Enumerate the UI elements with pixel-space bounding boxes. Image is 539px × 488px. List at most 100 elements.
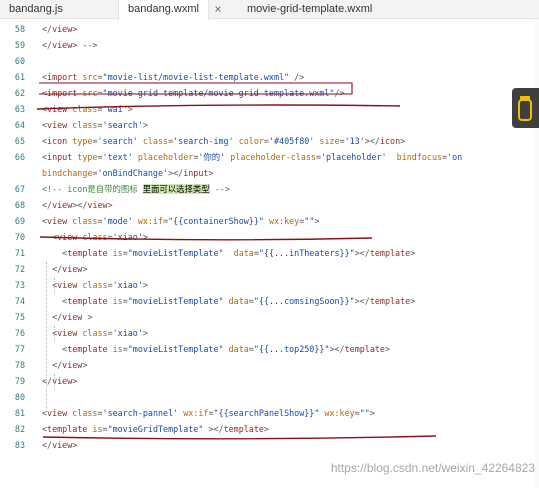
line-number: 81 — [14, 408, 25, 418]
indent-guide — [54, 326, 55, 342]
attribute-name: type — [67, 136, 93, 146]
tag-name: view — [62, 264, 83, 274]
punctuation: < — [42, 248, 68, 258]
code-line[interactable]: 80 — [0, 389, 539, 405]
tag-name: import — [47, 88, 78, 98]
code-line[interactable]: 63 <view class='wai'> — [0, 101, 539, 117]
tag-name: view — [52, 376, 73, 386]
code-line[interactable]: 68 </view></view> — [0, 197, 539, 213]
attribute-value: 'wai' — [102, 104, 128, 114]
punctuation: ></ — [329, 344, 345, 354]
code-editor[interactable]: 58 </view> 59 </view> --> 60 61 <import src="m… — [0, 19, 539, 488]
attribute-name: src — [77, 88, 98, 98]
line-number: 77 — [14, 344, 25, 354]
attribute-value: "{{...inTheaters}}" — [258, 248, 355, 258]
code-line[interactable]: 74 <template is="movieListTemplate" data… — [0, 293, 539, 309]
line-number: 83 — [14, 440, 25, 450]
code-content: </view> — [42, 21, 77, 37]
code-line[interactable]: 61 <import src="movie-list/movie-list-tem… — [0, 69, 539, 85]
tag-name: icon — [47, 136, 68, 146]
attribute-value: 'on — [447, 152, 463, 162]
attribute-value: "{{...top250}}" — [253, 344, 330, 354]
code-content: </view> — [42, 357, 87, 373]
tag-name: view — [57, 328, 78, 338]
code-line[interactable]: bindchange='onBindChange'></input> — [0, 165, 539, 181]
punctuation: > — [72, 376, 78, 386]
tag-name: view — [52, 40, 73, 50]
tab-bandang-wxml[interactable]: bandang.wxml — [118, 0, 209, 20]
attribute-name: data — [223, 296, 249, 306]
line-number: 71 — [14, 248, 25, 258]
code-line[interactable]: 66 <input type='text' placeholder='你的' pl… — [0, 149, 539, 165]
attribute-name: is — [87, 424, 103, 434]
code-line[interactable]: 62 <import src="movie-grid-template/movie… — [0, 85, 539, 101]
tag-name: view — [47, 104, 68, 114]
code-line[interactable]: 67 <!-- icon是自带的图标 里面可以选择类型 --> — [0, 181, 539, 197]
code-content: <import src="movie-grid-template/movie-g… — [42, 85, 345, 101]
tag-name: view — [62, 360, 83, 370]
code-line[interactable]: 65 <icon type='search' class='search-img'… — [0, 133, 539, 149]
line-number: 65 — [14, 136, 25, 146]
code-line[interactable]: 82 <template is="movieGridTemplate" ></te… — [0, 421, 539, 437]
code-content: bindchange='onBindChange'></input> — [42, 165, 213, 181]
tag-name: template — [223, 424, 264, 434]
attribute-name: class — [67, 216, 98, 226]
punctuation: ></ — [354, 296, 370, 306]
attribute-name: data — [223, 248, 254, 258]
attribute-name: wx:key — [319, 408, 355, 418]
attribute-name: class — [67, 408, 98, 418]
tag-name: view — [57, 232, 78, 242]
attribute-value: "{{...comsingSoon}}" — [253, 296, 355, 306]
line-number: 70 — [14, 232, 25, 242]
line-number: 79 — [14, 376, 25, 386]
attribute-value: "movieListTemplate" — [127, 248, 224, 258]
punctuation: </ — [42, 24, 53, 34]
tag-name: view — [47, 216, 68, 226]
code-line[interactable]: 79 </view> — [0, 373, 539, 389]
code-line[interactable]: 83 </view> — [0, 437, 539, 453]
code-content: <template is="movieListTemplate" data="{… — [42, 293, 415, 309]
tag-name: template — [369, 248, 411, 258]
code-line[interactable]: 73 <view class='xiao'> — [0, 277, 539, 293]
code-content: <view class='xiao'> — [42, 229, 148, 245]
code-line[interactable]: 76 <view class='xiao'> — [0, 325, 539, 341]
code-line[interactable]: 58 </view> — [0, 21, 539, 37]
code-line[interactable]: 78 </view> — [0, 357, 539, 373]
attribute-value: 'xiao' — [112, 280, 143, 290]
tag-name: view — [52, 24, 73, 34]
code-line[interactable]: 64 <view class='search'> — [0, 117, 539, 133]
attribute-value: 'xiao' — [112, 232, 143, 242]
code-line[interactable]: 71 <template is="movieListTemplate" data… — [0, 245, 539, 261]
attribute-name: size — [314, 136, 340, 146]
tab-close-icon[interactable]: × — [211, 0, 225, 19]
tab-bandang-js[interactable]: bandang.js — [0, 0, 72, 19]
code-line[interactable]: 69 <view class='mode' wx:if="{{containerS… — [0, 213, 539, 229]
punctuation: ></ — [168, 168, 184, 178]
punctuation: > — [400, 136, 406, 146]
floating-side-widget[interactable] — [512, 88, 539, 128]
tag-name: view — [57, 280, 78, 290]
attribute-value: 'xiao' — [112, 328, 143, 338]
line-number: 73 — [14, 280, 25, 290]
code-line[interactable]: 81 <view class='search-pannel' wx:if="{{s… — [0, 405, 539, 421]
punctuation: > — [82, 312, 93, 322]
code-line[interactable]: 75 </view > — [0, 309, 539, 325]
line-number: 59 — [14, 40, 25, 50]
punctuation: > — [142, 328, 148, 338]
code-line[interactable]: 72 </view> — [0, 261, 539, 277]
code-content: <import src="movie-list/movie-list-templ… — [42, 69, 304, 85]
attribute-value: 'placeholder' — [321, 152, 387, 162]
tag-name: view — [62, 312, 83, 322]
code-line[interactable]: 77 <template is="movieListTemplate" data… — [0, 341, 539, 357]
tab-movie-grid-template-wxml[interactable]: movie-grid-template.wxml — [238, 0, 381, 19]
attribute-value: 'onBindChange' — [97, 168, 169, 178]
attribute-name: wx:if — [132, 216, 164, 226]
line-number: 74 — [14, 296, 25, 306]
line-number: 67 — [14, 184, 25, 194]
code-line[interactable]: 70 <view class='xiao'> — [0, 229, 539, 245]
code-line[interactable]: 59 </view> --> — [0, 37, 539, 53]
tag-name: template — [369, 296, 411, 306]
punctuation: > — [82, 264, 88, 274]
code-line[interactable]: 60 — [0, 53, 539, 69]
attribute-value: 'text' — [102, 152, 133, 162]
